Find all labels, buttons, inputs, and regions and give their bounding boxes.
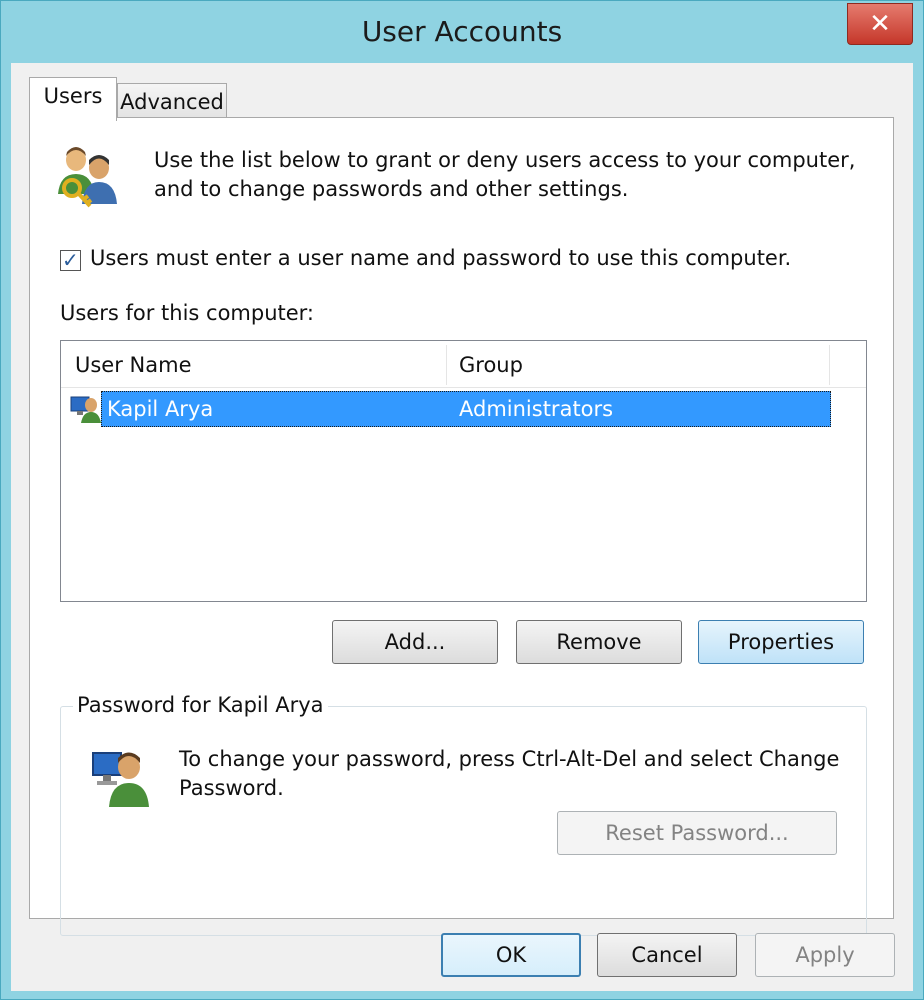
- close-button[interactable]: ✕: [847, 3, 913, 45]
- password-info-line-1: To change your password, press Ctrl-Alt-…: [179, 747, 840, 771]
- close-icon: ✕: [869, 9, 891, 39]
- dialog-client-area: Users Advanced Use the list below to gra…: [11, 63, 913, 991]
- column-header-user-name[interactable]: User Name: [75, 353, 192, 377]
- checkmark-icon: ✓: [62, 248, 79, 272]
- password-info-line-2: Password.: [179, 776, 284, 800]
- cell-group: Administrators: [459, 397, 614, 421]
- user-password-icon: [92, 752, 149, 807]
- require-login-label[interactable]: Users must enter a user name and passwor…: [90, 246, 791, 270]
- require-login-checkbox[interactable]: ✓: [60, 248, 81, 272]
- users-list[interactable]: User Name Group Kapil Arya Administrator…: [60, 340, 867, 602]
- table-row[interactable]: Kapil Arya Administrators: [61, 389, 866, 429]
- intro-line-2: and to change passwords and other settin…: [154, 177, 629, 201]
- users-keys-icon: [58, 147, 117, 208]
- tab-users[interactable]: Users: [29, 77, 117, 121]
- column-header-group[interactable]: Group: [459, 353, 523, 377]
- cell-user-name: Kapil Arya: [107, 397, 214, 421]
- reset-password-button[interactable]: Reset Password...: [557, 811, 837, 855]
- users-tab-panel: Use the list below to grant or deny user…: [29, 117, 894, 936]
- list-header: User Name Group: [61, 341, 866, 388]
- tab-advanced[interactable]: Advanced: [117, 83, 227, 120]
- ok-button[interactable]: OK: [441, 933, 581, 977]
- window-title: User Accounts: [361, 15, 563, 48]
- tab-advanced-label: Advanced: [120, 90, 224, 114]
- column-divider[interactable]: [446, 345, 447, 385]
- intro-line-1: Use the list below to grant or deny user…: [154, 148, 856, 172]
- tab-users-label: Users: [43, 84, 103, 108]
- user-account-icon: [70, 396, 101, 423]
- user-accounts-window: User Accounts ✕ Users Advanced Use the l: [0, 0, 924, 1000]
- remove-button[interactable]: Remove: [516, 620, 682, 664]
- users-list-label: Users for this computer:: [60, 301, 315, 325]
- column-divider[interactable]: [829, 345, 830, 385]
- title-bar[interactable]: User Accounts ✕: [1, 1, 923, 63]
- add-button[interactable]: Add...: [332, 620, 498, 664]
- properties-button[interactable]: Properties: [698, 620, 864, 664]
- apply-button[interactable]: Apply: [755, 933, 895, 977]
- password-group-title: Password for Kapil Arya: [73, 693, 328, 717]
- password-group: Password for Kapil Arya To change your p…: [60, 693, 867, 936]
- cancel-button[interactable]: Cancel: [597, 933, 737, 977]
